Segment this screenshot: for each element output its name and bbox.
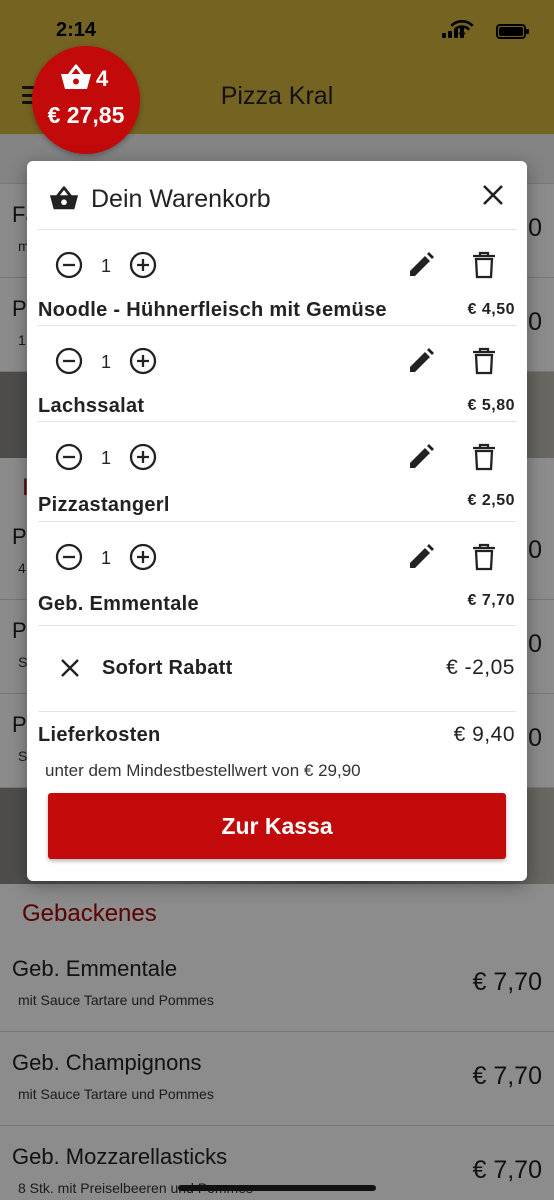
discount-row: Sofort Rabatt € -2,05 [27,626,527,712]
item-name: Geb. Emmentale [38,593,199,615]
dialog-title: Dein Warenkorb [91,185,271,213]
pencil-icon[interactable] [407,443,435,471]
checkout-button[interactable]: Zur Kassa [48,793,506,859]
close-icon[interactable] [59,657,81,679]
pencil-icon[interactable] [407,251,435,279]
divider [38,421,516,422]
item-quantity: 1 [100,448,111,468]
plus-circle-icon[interactable] [129,251,157,279]
pencil-icon[interactable] [407,347,435,375]
trash-icon[interactable] [471,543,497,571]
trash-icon[interactable] [471,347,497,375]
item-price: € 7,70 [467,592,515,609]
item-quantity: 1 [100,352,111,372]
item-name: Noodle - Hühnerfleisch mit Gemüse [38,299,387,321]
cart-total: € 27,85 [47,102,125,128]
basket-icon [61,64,91,89]
trash-icon[interactable] [471,251,497,279]
dialog-header: Dein Warenkorb [27,161,527,231]
plus-circle-icon[interactable] [129,443,157,471]
item-price: € 4,50 [467,301,515,318]
divider [38,521,516,522]
pencil-icon[interactable] [407,543,435,571]
cart-badge[interactable]: 4 € 27,85 [32,46,140,154]
discount-label: Sofort Rabatt [102,657,233,679]
delivery-value: € 9,40 [453,723,515,746]
minimum-order-note: unter dem Mindestbestellwert von € 29,90 [45,761,361,780]
home-indicator[interactable] [178,1185,376,1191]
discount-value: € -2,05 [446,656,515,679]
close-icon[interactable] [479,181,507,209]
plus-circle-icon[interactable] [129,347,157,375]
item-quantity: 1 [100,548,111,568]
minus-circle-icon[interactable] [55,251,83,279]
divider [38,229,516,230]
cart-count: 4 [96,66,109,91]
divider [38,711,516,712]
trash-icon[interactable] [471,443,497,471]
minus-circle-icon[interactable] [55,443,83,471]
item-price: € 2,50 [467,492,515,509]
item-name: Pizzastangerl [38,494,170,516]
item-quantity: 1 [100,256,111,276]
minus-circle-icon[interactable] [55,543,83,571]
cart-dialog: Dein Warenkorb 1 Noodle - Hühnerfleisch … [27,161,527,881]
basket-icon [49,186,79,210]
divider [38,325,516,326]
item-name: Lachssalat [38,395,145,417]
minus-circle-icon[interactable] [55,347,83,375]
item-price: € 5,80 [467,397,515,414]
delivery-label: Lieferkosten [38,724,161,746]
plus-circle-icon[interactable] [129,543,157,571]
